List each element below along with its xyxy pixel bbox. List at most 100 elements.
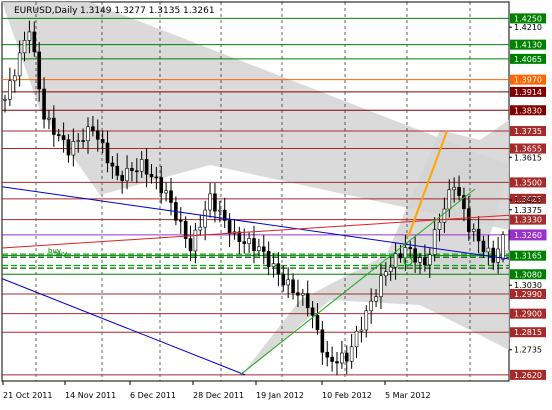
candle-body-55 — [271, 263, 276, 267]
candle-body-68 — [335, 361, 339, 364]
price-tag-text-4: 1.3914 — [514, 88, 542, 97]
price-tag-text-16: 1.2815 — [514, 328, 542, 337]
candle-body-5 — [27, 31, 32, 41]
candle-body-64 — [315, 315, 320, 331]
time-tick-label-4: 19 Jan 2012 — [256, 391, 304, 400]
candle-body-41 — [203, 209, 207, 228]
price-tag-text-8: 1.3500 — [514, 178, 542, 187]
candle-body-7 — [37, 51, 41, 90]
candle-body-102 — [501, 234, 505, 260]
candle-body-16 — [81, 140, 85, 142]
price-tag-text-0: 1.4250 — [514, 14, 542, 23]
candle-body-0 — [3, 99, 7, 101]
candle-body-90 — [442, 208, 447, 223]
time-tick-label-5: 10 Feb 2012 — [322, 391, 372, 400]
chart-header: EURUSD,Daily 1.3149 1.3277 1.3135 1.3261 — [14, 6, 215, 16]
candle-body-62 — [305, 293, 310, 309]
candle-body-80 — [393, 253, 398, 268]
candle-body-9 — [47, 117, 51, 120]
price-tick-label-2: 1.3615 — [514, 153, 542, 162]
candle-body-19 — [95, 130, 100, 140]
candle-body-61 — [301, 293, 305, 296]
time-tick-label-6: 5 Mar 2012 — [385, 391, 431, 400]
candle-body-51 — [252, 238, 256, 251]
price-tag-text-3: 1.3970 — [514, 76, 542, 85]
candle-body-97 — [476, 228, 481, 242]
price-tag-text-15: 1.2900 — [514, 310, 542, 319]
candle-body-63 — [310, 307, 315, 316]
candle-body-8 — [42, 88, 46, 120]
candle-body-12 — [61, 135, 66, 140]
candle-body-44 — [218, 209, 222, 212]
price-tag-text-10: 1.3330 — [514, 216, 542, 225]
price-tag-text-11: 1.3260 — [514, 231, 542, 240]
candle-body-75 — [369, 300, 373, 312]
candle-body-70 — [344, 352, 349, 362]
price-tick-label-1: 1.3375 — [514, 206, 542, 215]
time-tick-label-2: 6 Dec 2011 — [130, 391, 176, 400]
candle-body-95 — [467, 208, 471, 232]
candle-body-53 — [261, 246, 266, 252]
candle-body-25 — [125, 168, 129, 182]
candle-body-82 — [403, 247, 408, 259]
candle-body-79 — [388, 266, 393, 272]
candle-body-2 — [12, 75, 17, 82]
candle-body-101 — [496, 248, 500, 263]
candle-body-54 — [266, 251, 271, 267]
candle-body-100 — [491, 247, 496, 263]
candle-body-83 — [408, 247, 413, 250]
candle-body-34 — [169, 190, 173, 203]
price-tag-text-17: 1.2620 — [514, 371, 542, 380]
candle-body-92 — [452, 187, 456, 191]
price-tag-text-7: 1.3655 — [514, 145, 542, 154]
candle-body-46 — [227, 220, 232, 235]
candle-body-10 — [52, 117, 56, 135]
price-tick-label-4: 1.3030 — [514, 281, 542, 290]
time-tick-label-1: 14 Nov 2011 — [65, 391, 116, 400]
price-tag-text-12: 1.3165 — [514, 252, 542, 261]
candle-body-40 — [198, 226, 203, 231]
price-tag-text-5: 1.3830 — [514, 106, 542, 115]
candle-body-89 — [437, 221, 442, 230]
price-chart[interactable]: buy buy 1.4250 1.4130 1.4065 1.3970 1.3914 1.3… — [0, 0, 552, 406]
candle-body-84 — [413, 248, 417, 263]
candle-body-87 — [427, 254, 432, 266]
chart-canvas: buybuy 1.42501.41301.40651.39701.39141.3… — [0, 0, 552, 406]
candle-body-22 — [110, 162, 115, 167]
candle-body-66 — [325, 351, 330, 358]
candle-body-96 — [471, 228, 476, 232]
candle-body-76 — [374, 296, 378, 302]
candle-body-71 — [349, 346, 354, 362]
candle-body-98 — [481, 240, 486, 253]
candle-body-52 — [257, 246, 261, 251]
chart-symbol-label: EURUSD,Daily — [14, 6, 78, 16]
price-tag-text-2: 1.4065 — [514, 55, 542, 64]
candle-body-30 — [149, 173, 154, 178]
candle-body-1 — [8, 80, 12, 100]
price-tag-text-13: 1.3080 — [514, 270, 542, 279]
candle-body-15 — [76, 140, 81, 142]
candle-body-39 — [193, 229, 198, 252]
candle-body-6 — [32, 31, 37, 53]
candle-body-93 — [457, 187, 461, 196]
candle-body-32 — [159, 177, 164, 194]
candle-body-67 — [330, 356, 334, 362]
candle-body-50 — [247, 238, 251, 244]
candle-body-23 — [115, 165, 120, 176]
candle-body-21 — [105, 142, 110, 164]
chart-ohlc-label: 1.3149 1.3277 1.3135 1.3261 — [80, 6, 215, 16]
candle-body-88 — [432, 229, 437, 256]
candle-body-59 — [291, 279, 295, 294]
price-tag-text-6: 1.3735 — [514, 127, 542, 136]
candle-body-73 — [359, 329, 364, 332]
candle-body-69 — [340, 352, 344, 364]
candle-body-4 — [22, 40, 27, 54]
candle-body-85 — [418, 257, 422, 263]
price-tick-label-0: 1.4210 — [514, 23, 542, 32]
candle-body-18 — [91, 126, 95, 131]
candle-body-38 — [188, 238, 193, 252]
candle-body-27 — [135, 170, 139, 173]
price-tag-text-1: 1.4130 — [514, 41, 542, 50]
candle-body-48 — [237, 231, 242, 242]
price-tag-text-14: 1.2990 — [514, 290, 542, 299]
